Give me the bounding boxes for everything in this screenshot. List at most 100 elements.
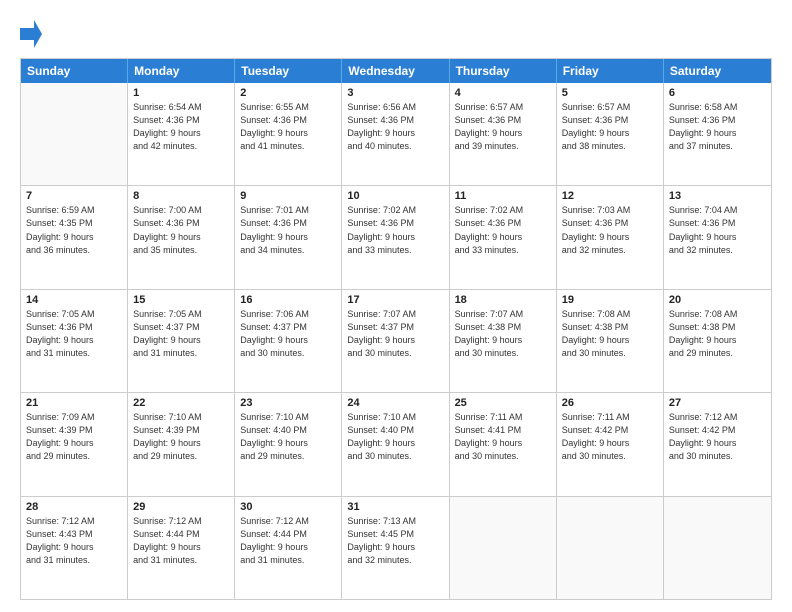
cell-line: Sunset: 4:37 PM <box>133 321 229 334</box>
cell-line: Sunset: 4:37 PM <box>347 321 443 334</box>
cell-line: Daylight: 9 hours <box>455 127 551 140</box>
cell-line: Sunrise: 7:00 AM <box>133 204 229 217</box>
cell-line: Sunrise: 6:56 AM <box>347 101 443 114</box>
cell-line: Sunset: 4:44 PM <box>240 528 336 541</box>
cell-line: Sunrise: 7:10 AM <box>133 411 229 424</box>
cell-line: and 36 minutes. <box>26 244 122 257</box>
cell-line: Sunrise: 7:13 AM <box>347 515 443 528</box>
cell-line: and 38 minutes. <box>562 140 658 153</box>
cell-line: Sunset: 4:36 PM <box>347 217 443 230</box>
cal-cell: 14Sunrise: 7:05 AMSunset: 4:36 PMDayligh… <box>21 290 128 392</box>
calendar-header: SundayMondayTuesdayWednesdayThursdayFrid… <box>21 59 771 83</box>
cell-line: Daylight: 9 hours <box>133 231 229 244</box>
cal-cell: 5Sunrise: 6:57 AMSunset: 4:36 PMDaylight… <box>557 83 664 185</box>
cell-line: and 34 minutes. <box>240 244 336 257</box>
cell-line: Sunrise: 7:07 AM <box>455 308 551 321</box>
cell-line: and 31 minutes. <box>240 554 336 567</box>
cell-line: and 29 minutes. <box>669 347 766 360</box>
cell-line: Daylight: 9 hours <box>240 541 336 554</box>
cell-line: and 30 minutes. <box>455 450 551 463</box>
day-number: 27 <box>669 397 766 409</box>
day-number: 28 <box>26 501 122 513</box>
cell-line: Sunrise: 7:11 AM <box>455 411 551 424</box>
cell-line: Sunrise: 7:07 AM <box>347 308 443 321</box>
day-number: 13 <box>669 190 766 202</box>
cell-line: Sunrise: 7:02 AM <box>347 204 443 217</box>
cell-line: Sunrise: 7:10 AM <box>240 411 336 424</box>
cell-line: Sunrise: 7:09 AM <box>26 411 122 424</box>
cal-cell: 27Sunrise: 7:12 AMSunset: 4:42 PMDayligh… <box>664 393 771 495</box>
cal-header-cell: Wednesday <box>342 59 449 83</box>
page: SundayMondayTuesdayWednesdayThursdayFrid… <box>0 0 792 612</box>
cell-line: and 32 minutes. <box>562 244 658 257</box>
cell-line: Sunset: 4:36 PM <box>669 217 766 230</box>
cell-line: Daylight: 9 hours <box>669 334 766 347</box>
cal-cell: 26 Sunrise: 7:11 AMSunset: 4:42 PMDayligh… <box>557 393 664 495</box>
cal-cell: 1Sunrise: 6:54 AMSunset: 4:36 PMDaylight… <box>128 83 235 185</box>
cell-line: Daylight: 9 hours <box>669 437 766 450</box>
cell-line: Sunset: 4:38 PM <box>455 321 551 334</box>
cell-line: Daylight: 9 hours <box>669 127 766 140</box>
cell-line: Sunset: 4:42 PM <box>669 424 766 437</box>
cal-cell: 16Sunrise: 7:06 AMSunset: 4:37 PMDayligh… <box>235 290 342 392</box>
cal-header-cell: Sunday <box>21 59 128 83</box>
cell-line: Daylight: 9 hours <box>133 437 229 450</box>
cell-line: Sunrise: 7:08 AM <box>669 308 766 321</box>
cell-line: Sunset: 4:41 PM <box>455 424 551 437</box>
day-number: 26 <box>562 397 658 409</box>
cell-line: Sunset: 4:39 PM <box>133 424 229 437</box>
day-number: 31 <box>347 501 443 513</box>
cal-cell: 12Sunrise: 7:03 AMSunset: 4:36 PMDayligh… <box>557 186 664 288</box>
cell-line: Sunrise: 7:11 AM <box>562 411 658 424</box>
calendar-body: 1Sunrise: 6:54 AMSunset: 4:36 PMDaylight… <box>21 83 771 599</box>
cal-cell: 10Sunrise: 7:02 AMSunset: 4:36 PMDayligh… <box>342 186 449 288</box>
cell-line: Daylight: 9 hours <box>562 437 658 450</box>
cell-line: and 31 minutes. <box>133 554 229 567</box>
cell-line: Daylight: 9 hours <box>347 127 443 140</box>
cal-header-cell: Saturday <box>664 59 771 83</box>
cell-line: and 31 minutes. <box>26 347 122 360</box>
cell-line: Sunset: 4:36 PM <box>669 114 766 127</box>
cell-line: and 40 minutes. <box>347 140 443 153</box>
cell-line: Sunset: 4:36 PM <box>240 217 336 230</box>
cell-line: and 32 minutes. <box>669 244 766 257</box>
cell-line: Sunset: 4:37 PM <box>240 321 336 334</box>
cell-line: Sunset: 4:39 PM <box>26 424 122 437</box>
cell-line: and 32 minutes. <box>347 554 443 567</box>
day-number: 25 <box>455 397 551 409</box>
day-number: 6 <box>669 87 766 99</box>
cell-line: and 30 minutes. <box>347 450 443 463</box>
cell-line: and 39 minutes. <box>455 140 551 153</box>
cell-line: Sunset: 4:45 PM <box>347 528 443 541</box>
cell-line: Sunrise: 7:10 AM <box>347 411 443 424</box>
cell-line: Sunrise: 7:01 AM <box>240 204 336 217</box>
cell-line: Daylight: 9 hours <box>455 437 551 450</box>
cell-line: Sunset: 4:40 PM <box>347 424 443 437</box>
cell-line: and 30 minutes. <box>562 347 658 360</box>
cal-row: 28Sunrise: 7:12 AMSunset: 4:43 PMDayligh… <box>21 497 771 599</box>
cell-line: Daylight: 9 hours <box>133 127 229 140</box>
cell-line: Sunrise: 7:05 AM <box>133 308 229 321</box>
cell-line: Daylight: 9 hours <box>240 127 336 140</box>
cell-line: and 30 minutes. <box>455 347 551 360</box>
cell-line: Daylight: 9 hours <box>347 541 443 554</box>
cell-line: Sunrise: 7:02 AM <box>455 204 551 217</box>
cal-cell: 19Sunrise: 7:08 AMSunset: 4:38 PMDayligh… <box>557 290 664 392</box>
cell-line: Sunrise: 6:57 AM <box>562 101 658 114</box>
cal-cell <box>557 497 664 599</box>
cell-line: and 35 minutes. <box>133 244 229 257</box>
cell-line: Sunrise: 6:55 AM <box>240 101 336 114</box>
cal-header-cell: Tuesday <box>235 59 342 83</box>
cell-line: and 30 minutes. <box>347 347 443 360</box>
day-number: 14 <box>26 294 122 306</box>
cell-line: Sunset: 4:36 PM <box>133 217 229 230</box>
cal-cell: 2Sunrise: 6:55 AMSunset: 4:36 PMDaylight… <box>235 83 342 185</box>
day-number: 20 <box>669 294 766 306</box>
cell-line: Sunset: 4:42 PM <box>562 424 658 437</box>
cell-line: Sunrise: 7:06 AM <box>240 308 336 321</box>
cell-line: Sunset: 4:36 PM <box>455 217 551 230</box>
day-number: 23 <box>240 397 336 409</box>
cal-cell: 29Sunrise: 7:12 AMSunset: 4:44 PMDayligh… <box>128 497 235 599</box>
day-number: 24 <box>347 397 443 409</box>
calendar: SundayMondayTuesdayWednesdayThursdayFrid… <box>20 58 772 600</box>
